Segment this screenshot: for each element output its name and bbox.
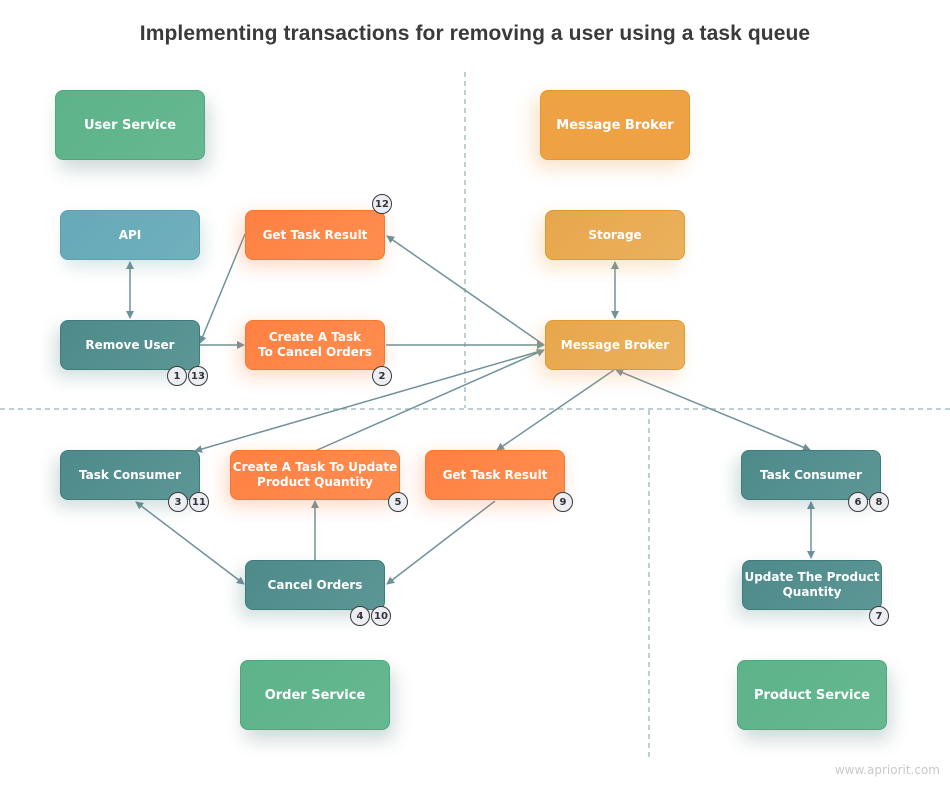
- step-badge: 2: [372, 366, 392, 386]
- node-label: Order Service: [264, 687, 366, 703]
- storage-node: Storage: [545, 210, 685, 260]
- get-task-result-bottom-node: Get Task Result: [425, 450, 565, 500]
- cancel-orders-node: Cancel Orders: [245, 560, 385, 610]
- node-label: Message Broker: [560, 337, 670, 352]
- node-label: Product Service: [754, 687, 870, 703]
- order-service-node: Order Service: [240, 660, 390, 730]
- node-label: Remove User: [85, 337, 175, 352]
- step-badge: 13: [188, 366, 208, 386]
- step-badge: 6: [848, 492, 868, 512]
- user-service-node: User Service: [55, 90, 205, 160]
- node-label: Get Task Result: [262, 227, 368, 242]
- node-label-line: Create A Task: [268, 330, 362, 344]
- step-badge: 3: [168, 492, 188, 512]
- connector-get-result-to-remove-user: [198, 233, 246, 344]
- connector-task-consumer-cancel-orders: [135, 501, 245, 585]
- step-badge: 7: [869, 606, 889, 626]
- connector-get-result-to-cancel-orders: [386, 500, 496, 585]
- node-label: API: [118, 227, 142, 242]
- node-label: User Service: [83, 117, 177, 133]
- step-badge: 10: [371, 606, 391, 626]
- step-badge: 12: [372, 194, 392, 214]
- node-label: Get Task Result: [442, 467, 548, 482]
- message-broker-service-node: Message Broker: [540, 90, 690, 160]
- api-node: API: [60, 210, 200, 260]
- node-label: Task Consumer: [79, 467, 181, 482]
- connector-broker-to-get-result-bottom: [496, 369, 615, 451]
- remove-user-node: Remove User: [60, 320, 200, 370]
- node-label: Task Consumer: [760, 467, 862, 482]
- create-task-cancel-orders-node: Create A Task To Cancel Orders: [245, 320, 385, 370]
- node-label-line: To Cancel Orders: [258, 345, 372, 359]
- step-badge: 5: [388, 492, 408, 512]
- step-badge: 1: [167, 366, 187, 386]
- step-badge: 4: [350, 606, 370, 626]
- node-label: Storage: [588, 227, 642, 242]
- get-task-result-top-node: Get Task Result: [245, 210, 385, 260]
- node-label-line: Quantity: [782, 585, 842, 599]
- node-label-line: Product Quantity: [257, 475, 373, 489]
- connector-broker-task-consumer-product: [615, 368, 811, 452]
- update-product-quantity-node: Update The Product Quantity: [742, 560, 882, 610]
- product-service-node: Product Service: [737, 660, 887, 730]
- watermark: www.apriorit.com: [834, 763, 940, 777]
- message-broker-node: Message Broker: [545, 320, 685, 370]
- node-label-line: Update The Product: [744, 570, 880, 584]
- node-label: Cancel Orders: [267, 577, 363, 592]
- node-label-line: Create A Task To Update: [232, 460, 398, 474]
- step-badge: 11: [189, 492, 209, 512]
- step-badge: 8: [869, 492, 889, 512]
- node-label: Message Broker: [556, 117, 674, 133]
- create-task-update-qty-node: Create A Task To Update Product Quantity: [230, 450, 400, 500]
- step-badge: 9: [553, 492, 573, 512]
